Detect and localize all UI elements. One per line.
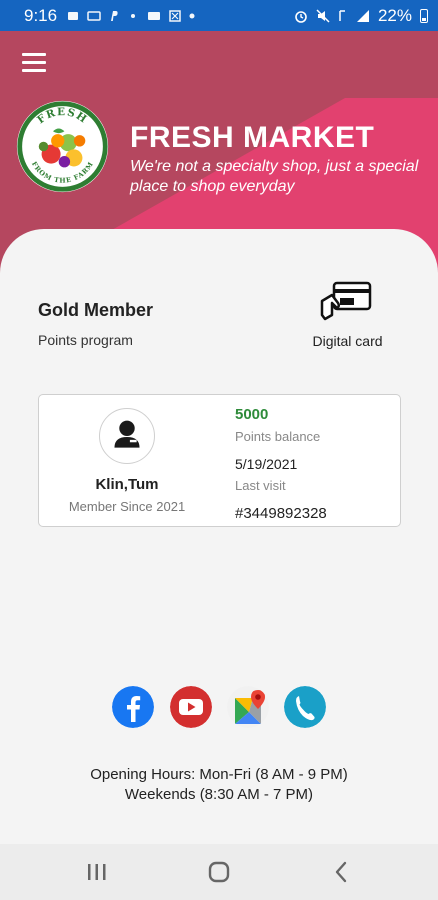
opening-hours: Opening Hours: Mon-Fri (8 AM - 9 PM) Wee… (0, 765, 438, 805)
digital-card-button[interactable]: Digital card (300, 279, 395, 354)
alarm-icon (295, 10, 307, 23)
opening-hours-weekdays: Opening Hours: Mon-Fri (8 AM - 9 PM) (90, 766, 348, 783)
gallery-icon (169, 9, 181, 22)
wifi-icon (339, 9, 345, 21)
battery-percent: 22% (377, 5, 412, 25)
home-icon[interactable] (204, 858, 234, 886)
voicemail-icon (148, 11, 161, 20)
wifi-hotspot-icon (131, 13, 136, 18)
points-balance-label: Points balance (235, 429, 321, 444)
status-left-icons (67, 9, 195, 22)
menu-icon-line (22, 53, 46, 56)
opening-hours-weekends: Weekends (8:30 AM - 7 PM) (124, 786, 314, 803)
status-time: 9:16 (24, 5, 58, 25)
member-card: Klin,Tum Member Since 2021 5000 Points b… (38, 394, 401, 527)
youtube-icon[interactable] (170, 686, 212, 728)
member-name: Klin,Tum (95, 476, 159, 493)
signal-icon (356, 9, 369, 22)
system-nav-bar (0, 844, 438, 900)
points-balance-value: 5000 (235, 406, 269, 423)
menu-icon-line (22, 69, 46, 72)
google-maps-icon[interactable] (227, 686, 269, 728)
brand-title: FRESH MARKET (130, 121, 375, 154)
status-right: 22% (294, 6, 428, 26)
notification-icon (68, 11, 79, 20)
status-bar: 9:16 22% (0, 0, 438, 31)
member-program: Points program (38, 332, 133, 348)
phone-icon[interactable] (284, 686, 326, 728)
paypal-icon (111, 10, 118, 21)
last-visit-label: Last visit (235, 478, 286, 493)
menu-button[interactable] (22, 53, 48, 75)
digital-card-icon (320, 281, 372, 321)
digital-card-label: Digital card (312, 333, 383, 349)
battery-icon (420, 8, 428, 23)
message-icon (87, 10, 101, 21)
dot-icon (189, 13, 195, 18)
facebook-icon[interactable] (112, 686, 154, 728)
member-number: #3449892328 (235, 505, 327, 522)
member-since: Member Since 2021 (68, 499, 186, 514)
social-links (112, 686, 326, 730)
last-visit-date: 5/19/2021 (235, 456, 298, 472)
menu-icon-line (22, 61, 46, 64)
fresh-market-logo: FRESH FROM THE FARM (16, 100, 109, 193)
back-icon[interactable] (327, 858, 357, 886)
avatar-icon (99, 408, 155, 464)
brand-tagline: We're not a specialty shop, just a speci… (130, 158, 419, 195)
member-level: Gold Member (38, 300, 154, 320)
recent-apps-icon[interactable] (82, 858, 112, 886)
mute-icon (316, 8, 330, 23)
